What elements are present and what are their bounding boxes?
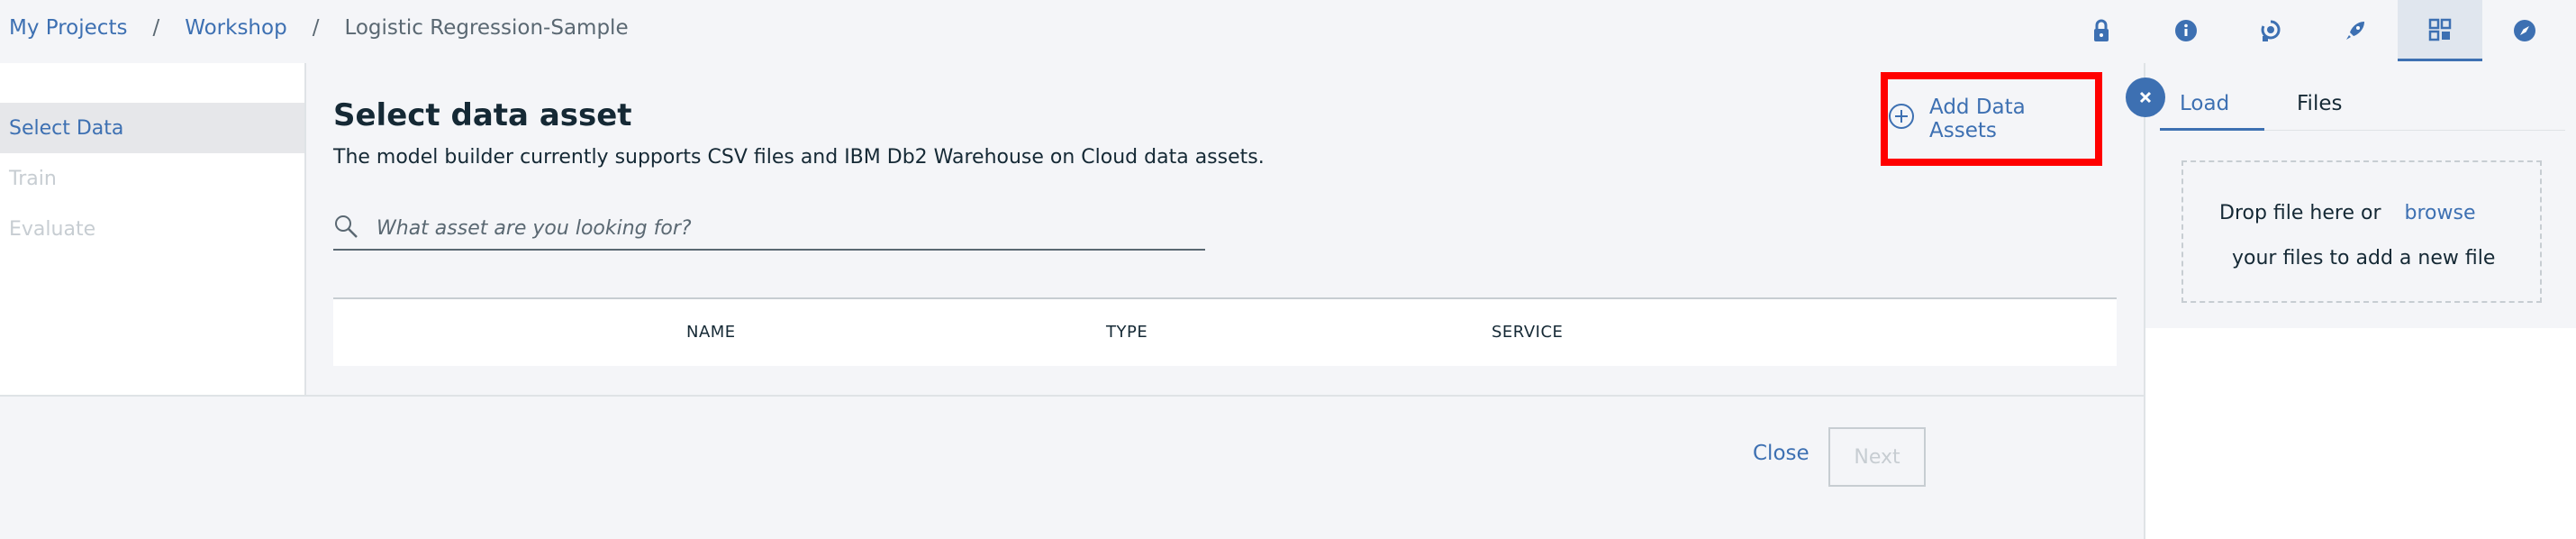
data-panel: Load Files Drop file here or browse your … [2144,63,2576,539]
add-data-assets-button[interactable]: Add Data Assets [1881,72,2102,166]
load-section: Load Files Drop file here or browse your … [2145,63,2576,328]
breadcrumb-current: Logistic Regression-Sample [344,16,629,40]
footer: Close Next [0,397,2144,539]
active-tab-indicator [2160,128,2264,131]
next-button[interactable]: Next [1828,427,1926,487]
search-input[interactable] [375,215,1189,241]
top-bar: My Projects / Workshop / Logistic Regres… [0,0,2144,63]
file-dropzone[interactable]: Drop file here or browse your files to ad… [2181,160,2542,303]
close-button[interactable]: Close [1753,442,1810,465]
page-subtitle: The model builder currently supports CSV… [333,146,1265,169]
steps-sidebar: Select Data Train Evaluate [0,63,306,395]
tab-load[interactable]: Load [2180,92,2229,115]
column-name[interactable]: NAME [686,323,736,342]
breadcrumb-separator: / [312,16,320,40]
step-evaluate: Evaluate [9,217,96,241]
flow-icon[interactable] [2228,0,2313,61]
main-content: Select data asset The model builder curr… [306,63,2144,395]
breadcrumb-my-projects[interactable]: My Projects [9,16,127,40]
step-select-data[interactable]: Select Data [0,103,304,153]
asset-search [333,207,1205,251]
step-train: Train [9,167,57,190]
data-icon[interactable] [2398,0,2482,61]
info-icon[interactable] [2144,0,2228,61]
rocket-icon[interactable] [2313,0,2398,61]
lock-icon[interactable] [2090,18,2113,45]
search-icon [333,214,358,242]
column-type[interactable]: TYPE [1106,323,1147,342]
close-panel-button[interactable] [2126,78,2165,117]
column-service[interactable]: SERVICE [1492,323,1563,342]
close-icon [2139,91,2152,104]
breadcrumb: My Projects / Workshop / Logistic Regres… [9,16,629,40]
add-data-assets-label: Add Data Assets [1929,96,2026,142]
page-title: Select data asset [333,97,632,133]
panel-toolbar [2144,0,2576,63]
browse-link[interactable]: browse [2405,202,2476,224]
drop-text: Drop file here or [2219,202,2381,224]
breadcrumb-workshop[interactable]: Workshop [185,16,286,40]
compass-icon[interactable] [2482,0,2567,61]
drop-text-2: your files to add a new file [2232,247,2496,270]
tab-files[interactable]: Files [2297,92,2342,115]
breadcrumb-separator: / [152,16,160,40]
add-circle-icon [1888,103,1915,135]
asset-table-header: NAME TYPE SERVICE [333,297,2117,366]
